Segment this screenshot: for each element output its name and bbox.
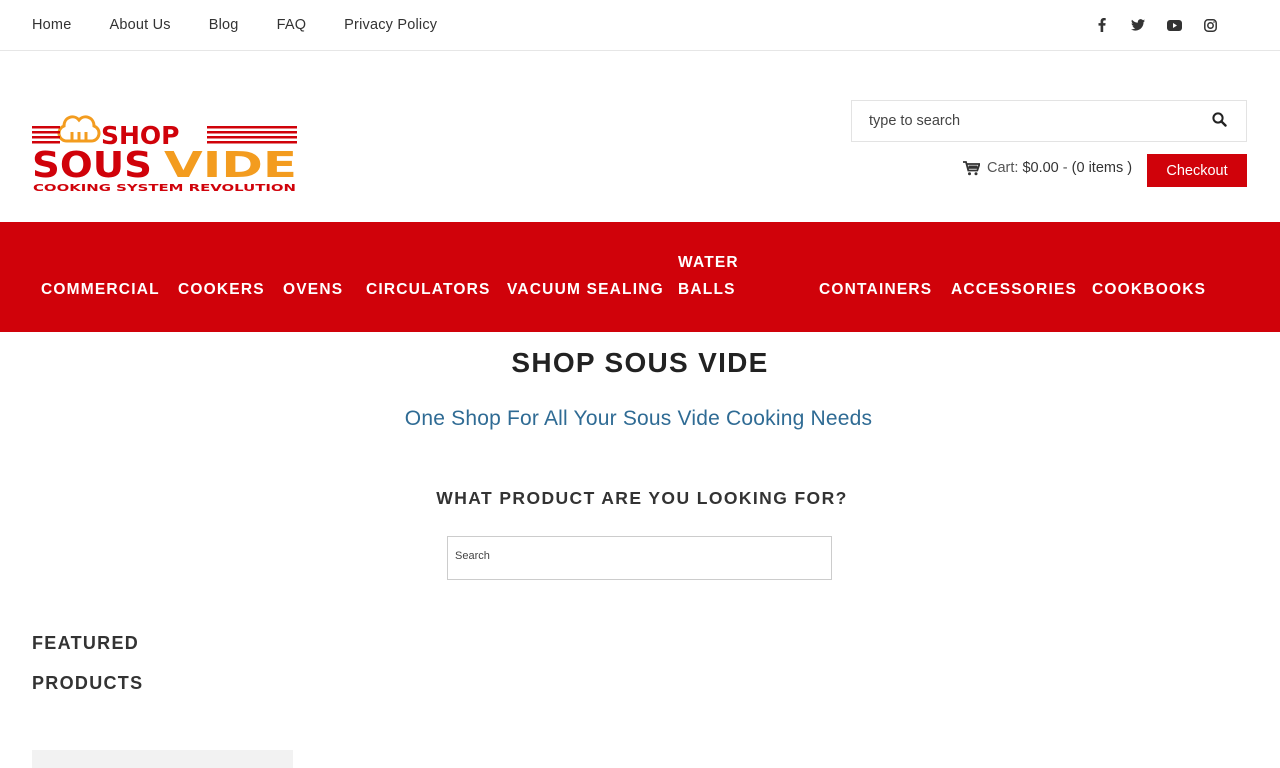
- site-logo[interactable]: SHOP SOUS VIDE COOKING SYSTEM REVOLUTION: [32, 111, 298, 195]
- cart-icon: [963, 160, 980, 176]
- top-nav: Home About Us Blog FAQ Privacy Policy: [32, 17, 475, 33]
- main-nav-cookbooks[interactable]: COOKBOOKS: [1092, 276, 1206, 303]
- product-search-heading: WHAT PRODUCT ARE YOU LOOKING FOR?: [436, 488, 848, 508]
- top-nav-blog[interactable]: Blog: [209, 17, 239, 33]
- top-nav-home[interactable]: Home: [32, 17, 71, 33]
- cart-separator: -: [1062, 160, 1068, 176]
- product-search-input[interactable]: [448, 537, 831, 567]
- cart-items-count: (0 items ): [1071, 160, 1133, 176]
- facebook-icon[interactable]: [1094, 17, 1110, 33]
- product-card[interactable]: [32, 750, 293, 768]
- main-nav-water-balls-line1[interactable]: WATER: [678, 249, 739, 276]
- main-nav-circulators[interactable]: CIRCULATORS: [366, 276, 491, 303]
- main-nav-containers[interactable]: CONTAINERS: [819, 276, 932, 303]
- main-nav-cookers[interactable]: COOKERS: [178, 276, 265, 303]
- main-nav-vacuum-sealing[interactable]: VACUUM SEALING: [507, 276, 664, 303]
- instagram-icon[interactable]: [1202, 17, 1218, 33]
- top-nav-faq[interactable]: FAQ: [277, 17, 307, 33]
- header-search-input[interactable]: [852, 101, 1192, 141]
- top-nav-about-us[interactable]: About Us: [109, 17, 170, 33]
- product-search: [447, 536, 832, 580]
- twitter-icon[interactable]: [1130, 17, 1146, 33]
- page-title: SHOP SOUS VIDE: [511, 347, 769, 378]
- logo-tagline: COOKING SYSTEM REVOLUTION: [33, 183, 296, 194]
- top-nav-privacy-policy[interactable]: Privacy Policy: [344, 17, 437, 33]
- main-nav-water-balls-line2[interactable]: BALLS: [678, 276, 736, 303]
- page-subtitle: One Shop For All Your Sous Vide Cooking …: [404, 407, 873, 430]
- main-nav: COMMERCIAL COOKERS OVENS CIRCULATORS VAC…: [0, 222, 1280, 332]
- cart-label: Cart:: [987, 160, 1019, 176]
- featured-heading-line2: PRODUCTS: [32, 673, 144, 693]
- main-nav-ovens[interactable]: OVENS: [283, 276, 343, 303]
- search-icon[interactable]: [1212, 112, 1230, 130]
- checkout-button[interactable]: Checkout: [1147, 154, 1247, 187]
- social-links: [1094, 17, 1238, 33]
- cart-summary[interactable]: Cart: $0.00 - (0 items ): [963, 160, 1132, 176]
- top-bar: Home About Us Blog FAQ Privacy Policy: [0, 0, 1280, 51]
- cart-total: $0.00: [1022, 160, 1059, 176]
- logo-vide-text: VIDE: [164, 145, 297, 186]
- featured-heading-line1: FEATURED: [32, 633, 140, 653]
- youtube-icon[interactable]: [1166, 17, 1182, 33]
- featured-products-heading: FEATURED PRODUCTS: [32, 623, 143, 703]
- logo-sous-text: SOUS: [32, 145, 152, 186]
- main-nav-accessories[interactable]: ACCESSORIES: [951, 276, 1077, 303]
- header-search: [851, 100, 1247, 142]
- main-nav-commercial[interactable]: COMMERCIAL: [41, 276, 160, 303]
